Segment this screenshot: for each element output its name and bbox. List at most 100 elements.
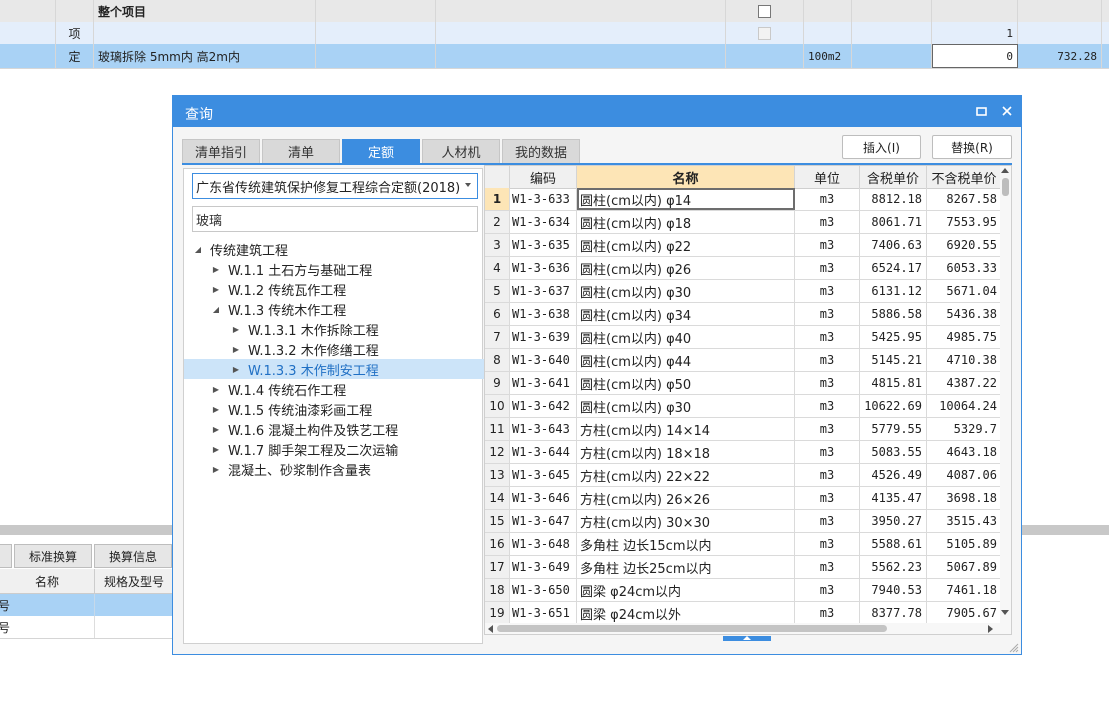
caret-right-icon[interactable]: ▶ (230, 319, 242, 339)
quota-name[interactable]: 多角柱 边长25cm以内 (577, 556, 795, 578)
quota-code[interactable]: W1-3-635 (510, 234, 577, 256)
notax-price[interactable]: 10064.24 (927, 395, 1002, 417)
tax-price[interactable]: 6131.12 (860, 280, 927, 302)
tree-node[interactable]: ◢ 传统建筑工程 (192, 239, 288, 259)
table-row[interactable]: 4 W1-3-636 圆柱(cm以内) φ26 m3 6524.17 6053.33 (485, 257, 1011, 280)
caret-down-icon[interactable]: ◢ (210, 299, 222, 319)
table-row[interactable]: 18 W1-3-650 圆梁 φ24cm以内 m3 7940.53 7461.18 (485, 579, 1011, 602)
notax-price[interactable]: 6053.33 (927, 257, 1002, 279)
quota-unit[interactable]: m3 (795, 303, 860, 325)
tax-price[interactable]: 5145.21 (860, 349, 927, 371)
table-row[interactable]: 13 W1-3-645 方柱(cm以内) 22×22 m3 4526.49 4087.06 (485, 464, 1011, 487)
tax-price[interactable]: 7940.53 (860, 579, 927, 601)
notax-price[interactable]: 3698.18 (927, 487, 1002, 509)
header-code[interactable]: 编码 (510, 166, 577, 188)
horizontal-scrollbar[interactable] (485, 623, 1011, 634)
sheet-row-project[interactable]: 整个项目 (0, 0, 1109, 23)
tree-node[interactable]: ▶ W.1.4 传统石作工程 (210, 379, 346, 399)
quota-unit[interactable]: m3 (795, 211, 860, 233)
caret-right-icon[interactable]: ▶ (210, 399, 222, 419)
scroll-down-icon[interactable] (1001, 610, 1009, 615)
caret-right-icon[interactable]: ▶ (230, 339, 242, 359)
dialog-titlebar[interactable]: 查询 (173, 96, 1021, 127)
lower-row[interactable]: 号 (0, 616, 172, 639)
quota-code[interactable]: W1-3-642 (510, 395, 577, 417)
row-checkbox[interactable] (758, 26, 771, 40)
caret-right-icon[interactable]: ▶ (210, 439, 222, 459)
quota-name[interactable]: 圆柱(cm以内) φ22 (577, 234, 795, 256)
table-row[interactable]: 17 W1-3-649 多角柱 边长25cm以内 m3 5562.23 5067.89 (485, 556, 1011, 579)
quota-code[interactable]: W1-3-634 (510, 211, 577, 233)
table-row[interactable]: 10 W1-3-642 圆柱(cm以内) φ30 m3 10622.69 10064.24 (485, 395, 1011, 418)
quota-unit[interactable]: m3 (795, 464, 860, 486)
tax-price[interactable]: 5588.61 (860, 533, 927, 555)
caret-down-icon[interactable]: ◢ (192, 239, 204, 259)
quota-name[interactable]: 多角柱 边长15cm以内 (577, 533, 795, 555)
insert-button[interactable]: 插入(I) (842, 135, 921, 159)
tree-node[interactable]: ▶ W.1.3.3 木作制安工程 (184, 359, 514, 379)
quota-name[interactable]: 圆柱(cm以内) φ26 (577, 257, 795, 279)
collapse-handle[interactable] (723, 636, 771, 641)
scroll-up-icon[interactable] (1001, 168, 1009, 173)
table-row[interactable]: 14 W1-3-646 方柱(cm以内) 26×26 m3 4135.47 3698.18 (485, 487, 1011, 510)
tree-node[interactable]: ▶ W.1.2 传统瓦作工程 (210, 279, 346, 299)
tax-price[interactable]: 4135.47 (860, 487, 927, 509)
notax-price[interactable]: 4643.18 (927, 441, 1002, 463)
quota-code[interactable]: W1-3-640 (510, 349, 577, 371)
tax-price[interactable]: 5083.55 (860, 441, 927, 463)
tab-quota[interactable]: 定额 (342, 139, 420, 164)
notax-price[interactable]: 5436.38 (927, 303, 1002, 325)
quota-code[interactable]: W1-3-639 (510, 326, 577, 348)
notax-price[interactable]: 5329.7 (927, 418, 1002, 440)
scroll-right-icon[interactable] (988, 625, 993, 633)
quota-code[interactable]: W1-3-649 (510, 556, 577, 578)
table-row[interactable]: 3 W1-3-635 圆柱(cm以内) φ22 m3 7406.63 6920.55 (485, 234, 1011, 257)
notax-price[interactable]: 7553.95 (927, 211, 1002, 233)
table-row[interactable]: 5 W1-3-637 圆柱(cm以内) φ30 m3 6131.12 5671.04 (485, 280, 1011, 303)
quota-unit[interactable]: m3 (795, 556, 860, 578)
table-row[interactable]: 1 W1-3-633 圆柱(cm以内) φ14 m3 8812.18 8267.58 (485, 188, 1011, 211)
tree-node[interactable]: ▶ W.1.3.1 木作拆除工程 (184, 319, 514, 339)
resize-grip-icon[interactable] (1009, 642, 1019, 653)
tax-price[interactable]: 6524.17 (860, 257, 927, 279)
quota-code[interactable]: W1-3-641 (510, 372, 577, 394)
header-name[interactable]: 名称 (577, 166, 795, 188)
tax-price[interactable]: 7406.63 (860, 234, 927, 256)
notax-price[interactable]: 4710.38 (927, 349, 1002, 371)
quota-unit[interactable]: m3 (795, 579, 860, 601)
notax-price[interactable]: 4387.22 (927, 372, 1002, 394)
quota-unit[interactable]: m3 (795, 487, 860, 509)
notax-price[interactable]: 4985.75 (927, 326, 1002, 348)
quota-name[interactable]: 圆柱(cm以内) φ50 (577, 372, 795, 394)
quota-code[interactable]: W1-3-646 (510, 487, 577, 509)
tax-price[interactable]: 8812.18 (860, 188, 927, 210)
quota-code[interactable]: W1-3-650 (510, 579, 577, 601)
quota-code[interactable]: W1-3-643 (510, 418, 577, 440)
quota-library-select[interactable]: 广东省传统建筑保护修复工程综合定额(2018) (192, 173, 478, 199)
quota-unit[interactable]: m3 (795, 257, 860, 279)
quota-name[interactable]: 圆柱(cm以内) φ14 (577, 188, 795, 210)
tab-labor-material[interactable]: 人材机 (422, 139, 500, 164)
quota-unit[interactable]: m3 (795, 280, 860, 302)
notax-price[interactable]: 8267.58 (927, 188, 1002, 210)
notax-price[interactable]: 7905.67 (927, 602, 1002, 624)
row-checkbox[interactable] (758, 4, 771, 18)
quota-code[interactable]: W1-3-645 (510, 464, 577, 486)
quota-unit[interactable]: m3 (795, 326, 860, 348)
quota-code[interactable]: W1-3-648 (510, 533, 577, 555)
quota-unit[interactable]: m3 (795, 349, 860, 371)
notax-price[interactable]: 6920.55 (927, 234, 1002, 256)
quota-name[interactable]: 圆柱(cm以内) φ30 (577, 395, 795, 417)
quota-unit[interactable]: m3 (795, 418, 860, 440)
tax-price[interactable]: 5562.23 (860, 556, 927, 578)
quota-unit[interactable]: m3 (795, 234, 860, 256)
quota-unit[interactable]: m3 (795, 441, 860, 463)
tree-node[interactable]: ▶ 混凝土、砂浆制作含量表 (210, 459, 371, 479)
quota-code[interactable]: W1-3-644 (510, 441, 577, 463)
caret-right-icon[interactable]: ▶ (210, 379, 222, 399)
tab-my-data[interactable]: 我的数据 (502, 139, 580, 164)
horizontal-scroll-thumb[interactable] (497, 625, 887, 632)
table-row[interactable]: 9 W1-3-641 圆柱(cm以内) φ50 m3 4815.81 4387.22 (485, 372, 1011, 395)
tree-node[interactable]: ▶ W.1.7 脚手架工程及二次运输 (210, 439, 398, 459)
quota-unit[interactable]: m3 (795, 533, 860, 555)
